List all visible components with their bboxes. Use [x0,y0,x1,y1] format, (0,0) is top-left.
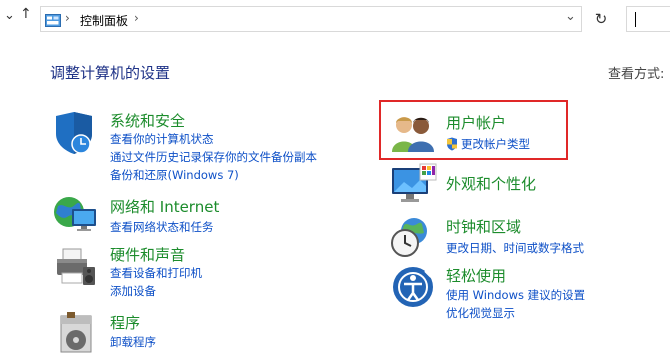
link-recommended-settings[interactable]: 使用 Windows 建议的设置 [446,287,585,303]
breadcrumb-chevron-icon[interactable]: › [134,11,139,25]
programs-icon[interactable] [57,310,97,356]
text-caret [635,12,636,27]
address-dropdown-icon[interactable]: ⌄ [565,9,576,24]
category-system-security[interactable]: 系统和安全 [110,110,185,131]
page-title: 调整计算机的设置 [50,64,171,82]
printer-icon[interactable] [53,245,99,289]
recent-locations-icon[interactable]: ⌄ [4,8,15,23]
breadcrumb-control-panel[interactable]: 控制面板 [80,12,128,29]
category-clock-region[interactable]: 时钟和区域 [446,216,521,237]
link-optimize-visual-display[interactable]: 优化视觉显示 [446,305,515,321]
refresh-button[interactable]: ↻ [588,6,614,32]
link-network-status[interactable]: 查看网络状态和任务 [110,219,214,235]
breadcrumb-separator-icon[interactable]: › [65,11,70,25]
search-input[interactable] [626,6,670,32]
up-arrow-icon[interactable]: ↑ [20,6,32,22]
personalization-icon[interactable] [390,162,438,206]
network-globe-icon[interactable] [52,195,98,235]
link-change-date-time-format[interactable]: 更改日期、时间或数字格式 [446,240,584,256]
ease-of-access-icon[interactable] [391,265,435,309]
shield-icon[interactable] [51,110,97,156]
address-bar[interactable]: › 控制面板 › ⌄ [40,6,582,32]
refresh-icon: ↻ [594,10,608,28]
category-network-internet[interactable]: 网络和 Internet [110,196,219,217]
category-appearance-personalization[interactable]: 外观和个性化 [446,173,536,194]
view-by-label: 查看方式: [608,67,665,82]
link-backup-restore[interactable]: 备份和还原(Windows 7) [110,167,239,183]
link-uninstall-program[interactable]: 卸载程序 [110,334,156,350]
control-panel-icon [45,12,61,27]
category-programs[interactable]: 程序 [110,312,140,333]
uac-shield-icon [446,136,458,151]
clock-globe-icon[interactable] [390,215,436,259]
link-view-computer-status[interactable]: 查看你的计算机状态 [110,131,214,147]
link-devices-printers[interactable]: 查看设备和打印机 [110,265,202,281]
category-hardware-sound[interactable]: 硬件和声音 [110,244,185,265]
link-add-device[interactable]: 添加设备 [110,283,156,299]
link-change-account-type[interactable]: 更改帐户类型 [461,136,530,152]
category-user-accounts[interactable]: 用户帐户 [446,112,506,133]
category-ease-of-access[interactable]: 轻松使用 [446,265,506,286]
link-file-history[interactable]: 通过文件历史记录保存你的文件备份副本 [110,149,317,165]
users-icon[interactable] [390,112,436,154]
